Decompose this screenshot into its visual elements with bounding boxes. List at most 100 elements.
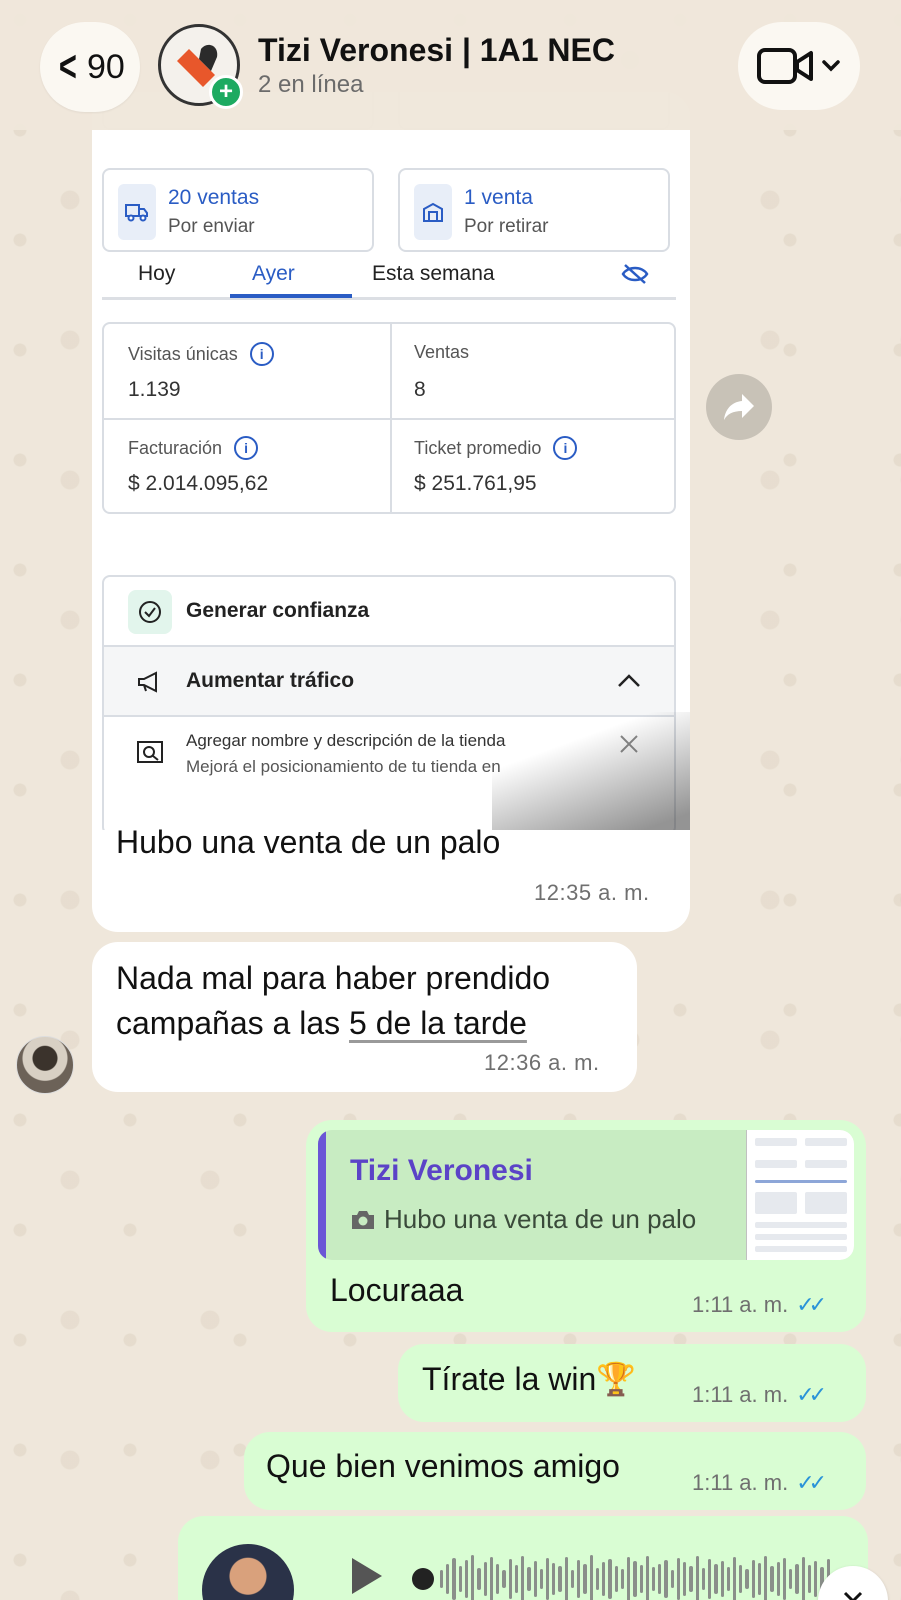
tip-store-name-desc: Mejorá el posicionamiento de tu tienda e… xyxy=(186,757,501,776)
thumb-line xyxy=(755,1246,847,1252)
group-avatar[interactable]: + xyxy=(158,24,243,109)
playback-position-dot[interactable] xyxy=(412,1568,434,1590)
waveform-bar xyxy=(714,1564,718,1594)
chevron-left-icon: < xyxy=(59,42,78,91)
waveform-bar xyxy=(533,1561,537,1597)
shared-screenshot[interactable]: 20 ventas Por enviar 1 venta Por retirar… xyxy=(92,92,690,830)
waveform-bar xyxy=(689,1566,693,1592)
outgoing-message[interactable]: Tírate la win🏆 1:11 a. m. ✓✓ xyxy=(398,1344,866,1422)
info-icon: i xyxy=(234,436,259,460)
audio-waveform[interactable] xyxy=(440,1554,830,1600)
message-meta: 1:11 a. m. ✓✓ xyxy=(692,1470,827,1496)
voice-message[interactable] xyxy=(178,1516,868,1600)
outgoing-message[interactable]: Que bien venimos amigo 1:11 a. m. ✓✓ xyxy=(244,1432,866,1510)
tip-store-name-title: Agregar nombre y descripción de la tiend… xyxy=(186,731,506,750)
tab-today: Hoy xyxy=(138,262,176,285)
waveform-bar xyxy=(496,1564,500,1594)
camera-icon xyxy=(352,1210,374,1229)
tip-traffic-title: Aumentar tráfico xyxy=(186,669,355,692)
waveform-bar xyxy=(508,1559,512,1599)
tip-row-trust: Generar confianza xyxy=(104,577,674,647)
waveform-bar xyxy=(608,1559,612,1599)
waveform-bar xyxy=(695,1556,699,1600)
tab-this-week: Esta semana xyxy=(372,262,495,285)
video-call-button[interactable] xyxy=(738,22,860,110)
waveform-bar xyxy=(477,1568,481,1590)
outgoing-message-reply[interactable]: Tizi Veronesi Hubo una venta de un palo … xyxy=(306,1120,866,1332)
waveform-bar xyxy=(801,1557,805,1600)
sender-avatar[interactable] xyxy=(16,1036,74,1094)
card-sales-pickup: 1 venta Por retirar xyxy=(398,168,670,252)
thumb-line xyxy=(755,1222,847,1228)
waveform-bar xyxy=(458,1566,462,1592)
waveform-bar xyxy=(514,1565,519,1593)
unique-visits-label: Visitas únicas i xyxy=(128,342,274,366)
waveform-bar xyxy=(589,1555,593,1600)
waveform-bar xyxy=(464,1560,469,1598)
quote-thumbnail xyxy=(746,1130,854,1260)
play-icon[interactable] xyxy=(346,1554,386,1598)
online-status: 2 en línea xyxy=(258,71,364,98)
thumb-line xyxy=(755,1138,797,1146)
grid-divider-h xyxy=(104,418,674,420)
back-button[interactable]: < 90 xyxy=(40,22,140,112)
message-meta: 1:11 a. m. ✓✓ xyxy=(692,1382,827,1408)
incoming-message[interactable]: Nada mal para haber prendido campañas a … xyxy=(92,942,637,1092)
waveform-bar xyxy=(602,1562,606,1596)
waveform-bar xyxy=(527,1567,531,1591)
truck-icon xyxy=(118,184,156,240)
quote-accent-bar xyxy=(318,1130,326,1260)
image-caption: Hubo una venta de un palo xyxy=(116,824,501,860)
waveform-bar xyxy=(440,1570,444,1588)
thumb-line xyxy=(805,1192,847,1214)
unique-visits-label-text: Visitas únicas xyxy=(128,343,238,364)
message-time: 12:35 a. m. xyxy=(534,880,650,905)
waveform-bar xyxy=(764,1556,768,1600)
quoted-message[interactable]: Tizi Veronesi Hubo una venta de un palo xyxy=(318,1130,854,1260)
message-time: 1:11 a. m. xyxy=(692,1292,789,1317)
check-circle-icon xyxy=(128,590,172,634)
waveform-bar xyxy=(564,1557,568,1600)
stats-grid: Visitas únicas i 1.139 Ventas 8 Facturac… xyxy=(102,322,676,514)
waveform-bar xyxy=(782,1558,787,1600)
forward-button[interactable] xyxy=(706,374,772,440)
sales-value: 8 xyxy=(414,378,426,401)
waveform-bar xyxy=(502,1570,506,1588)
waveform-bar xyxy=(789,1569,793,1589)
waveform-bar xyxy=(795,1564,799,1594)
billing-value: $ 2.014.095,62 xyxy=(128,472,269,495)
thumb-line xyxy=(755,1192,797,1214)
quote-author: Tizi Veronesi xyxy=(350,1154,533,1187)
video-call-icon xyxy=(757,48,813,84)
thumb-line xyxy=(755,1160,797,1168)
avg-ticket-label-text: Ticket promedio xyxy=(414,437,542,458)
waveform-bar xyxy=(552,1563,556,1595)
chat-title-block[interactable]: Tizi Veronesi | 1A1 NEC 2 en línea xyxy=(258,32,615,99)
waveform-bar xyxy=(733,1557,737,1600)
unread-count: 90 xyxy=(86,47,125,86)
image-message[interactable]: 20 ventas Por enviar 1 venta Por retirar… xyxy=(92,92,690,932)
waveform-bar xyxy=(664,1560,668,1598)
waveform-bar xyxy=(807,1565,812,1593)
waveform-bar xyxy=(670,1570,674,1588)
info-icon: i xyxy=(553,436,578,460)
double-check-icon: ✓✓ xyxy=(796,1470,827,1495)
waveform-bar xyxy=(583,1564,587,1594)
waveform-bar xyxy=(545,1558,550,1600)
sales-pickup-label: Por retirar xyxy=(464,216,549,237)
detected-time-link[interactable]: 5 de la tarde xyxy=(349,1005,527,1041)
chevron-up-icon xyxy=(618,674,640,687)
active-tab-underline xyxy=(230,294,352,298)
chat-header: < 90 + Tizi Veronesi | 1A1 NEC 2 en líne… xyxy=(0,0,901,130)
voice-sender-avatar xyxy=(202,1544,294,1600)
waveform-bar xyxy=(639,1565,643,1593)
info-icon: i xyxy=(249,342,274,366)
outgoing-message-text: Locuraaa xyxy=(330,1272,464,1308)
waveform-bar xyxy=(483,1562,487,1596)
waveform-bar xyxy=(570,1570,575,1588)
quote-text-content: Hubo una venta de un palo xyxy=(384,1204,697,1234)
waveform-bar xyxy=(757,1563,762,1595)
period-tabs: Hoy Ayer Esta semana xyxy=(102,254,676,300)
sales-to-ship-label: Por enviar xyxy=(168,216,255,237)
waveform-bar xyxy=(814,1561,818,1597)
